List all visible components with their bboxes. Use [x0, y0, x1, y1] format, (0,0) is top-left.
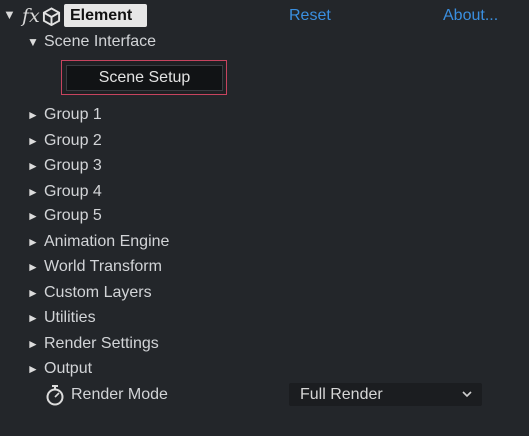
utilities-row[interactable]: ► Utilities	[0, 307, 529, 329]
scene-setup-focus-frame: Scene Setup	[61, 60, 227, 95]
render-mode-value: Full Render	[300, 386, 383, 403]
reset-link[interactable]: Reset	[289, 6, 331, 26]
effect-controls-panel: ▼ fx Element Reset About... ▼ Scene Inte…	[0, 0, 529, 436]
group-2-row[interactable]: ► Group 2	[0, 130, 529, 152]
group-1-row[interactable]: ► Group 1	[0, 104, 529, 126]
fx-icon[interactable]: fx	[22, 5, 40, 27]
about-link[interactable]: About...	[443, 6, 498, 26]
group-4-twirl-toggle[interactable]: ►	[27, 185, 39, 199]
group-3-label: Group 3	[44, 157, 102, 174]
effect-name-label: Element	[70, 7, 133, 24]
scene-interface-twirl-toggle[interactable]: ▼	[27, 35, 39, 49]
animation-engine-twirl-toggle[interactable]: ►	[27, 235, 39, 249]
custom-layers-row[interactable]: ► Custom Layers	[0, 282, 529, 304]
output-label: Output	[44, 360, 93, 377]
scene-interface-group[interactable]: ▼ Scene Interface	[0, 31, 529, 53]
group-4-row[interactable]: ► Group 4	[0, 181, 529, 203]
effect-twirl-toggle[interactable]: ▼	[3, 8, 16, 22]
animation-engine-row[interactable]: ► Animation Engine	[0, 231, 529, 253]
render-settings-label: Render Settings	[44, 335, 159, 352]
animation-engine-label: Animation Engine	[44, 233, 170, 250]
custom-layers-twirl-toggle[interactable]: ►	[27, 286, 39, 300]
utilities-twirl-toggle[interactable]: ►	[27, 311, 39, 325]
custom-layers-label: Custom Layers	[44, 284, 152, 301]
group-1-twirl-toggle[interactable]: ►	[27, 108, 39, 122]
stopwatch-icon[interactable]	[45, 384, 65, 406]
world-transform-label: World Transform	[44, 258, 162, 275]
group-3-row[interactable]: ► Group 3	[0, 155, 529, 177]
render-mode-label: Render Mode	[71, 386, 168, 403]
render-mode-select[interactable]: Full Render	[289, 383, 482, 406]
scene-setup-button[interactable]: Scene Setup	[66, 65, 223, 91]
scene-interface-label: Scene Interface	[44, 33, 157, 50]
world-transform-row[interactable]: ► World Transform	[0, 256, 529, 278]
render-settings-row[interactable]: ► Render Settings	[0, 333, 529, 355]
world-transform-twirl-toggle[interactable]: ►	[27, 260, 39, 274]
output-row[interactable]: ► Output	[0, 358, 529, 380]
group-2-twirl-toggle[interactable]: ►	[27, 134, 39, 148]
group-4-label: Group 4	[44, 183, 102, 200]
group-5-row[interactable]: ► Group 5	[0, 205, 529, 227]
render-settings-twirl-toggle[interactable]: ►	[27, 337, 39, 351]
chevron-down-icon	[462, 391, 472, 398]
cube-icon	[42, 7, 61, 26]
group-5-twirl-toggle[interactable]: ►	[27, 209, 39, 223]
effect-name: Element	[64, 4, 147, 27]
output-twirl-toggle[interactable]: ►	[27, 362, 39, 376]
group-1-label: Group 1	[44, 106, 102, 123]
group-5-label: Group 5	[44, 207, 102, 224]
group-3-twirl-toggle[interactable]: ►	[27, 159, 39, 173]
effect-header: ▼ fx Element Reset About...	[0, 3, 529, 28]
utilities-label: Utilities	[44, 309, 96, 326]
group-2-label: Group 2	[44, 132, 102, 149]
